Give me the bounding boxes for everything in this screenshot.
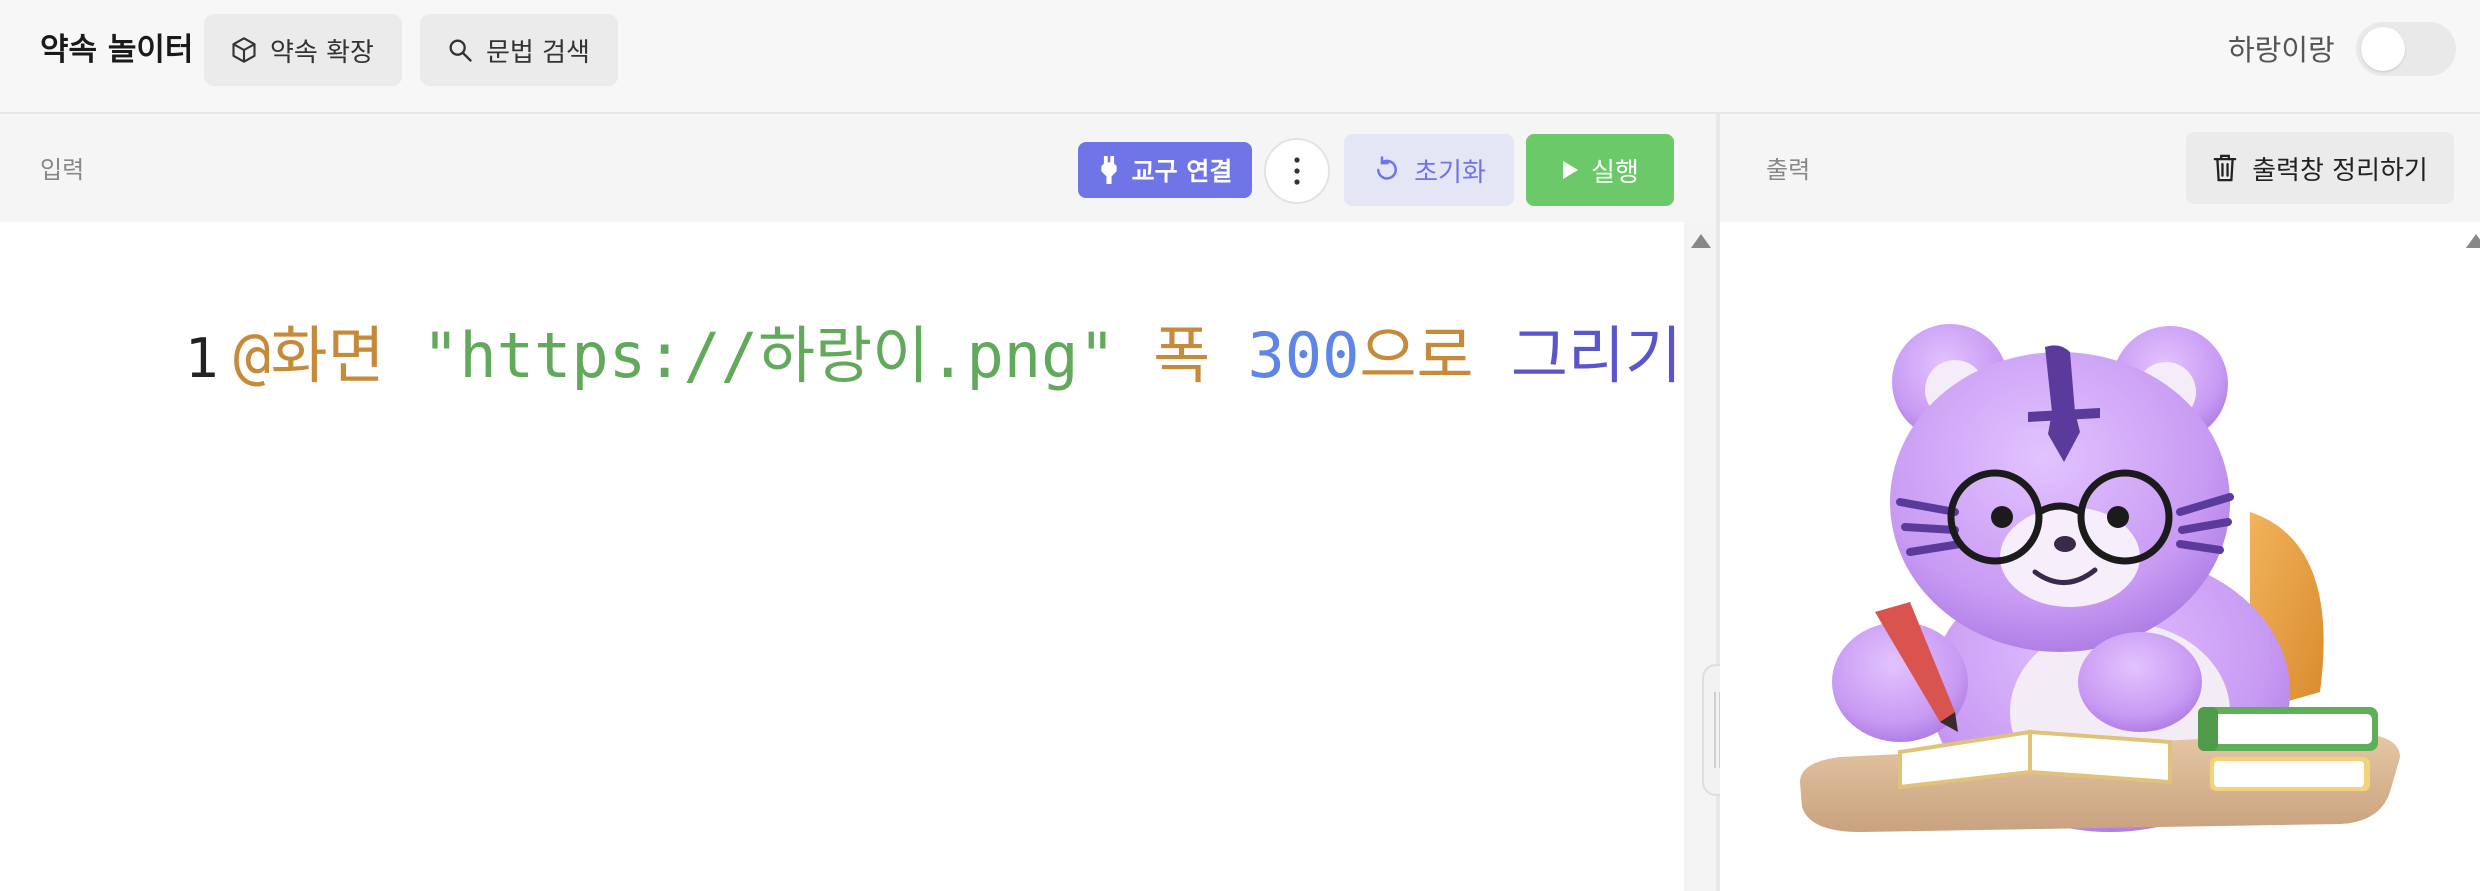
input-panel-header: 입력 교구 연결 초기화 실행 <box>0 116 1716 222</box>
reset-button[interactable]: 초기화 <box>1344 134 1514 206</box>
connect-device-button[interactable]: 교구 연결 <box>1078 142 1252 198</box>
code-token: @화면 <box>233 319 385 392</box>
run-button[interactable]: 실행 <box>1526 134 1674 206</box>
extend-label: 약속 확장 <box>270 37 374 68</box>
top-bar: 약속 놀이터 약속 확장 문법 검색 하랑이랑 <box>0 0 2480 114</box>
scroll-up-arrow-icon[interactable] <box>1691 234 1711 248</box>
clear-output-label: 출력창 정리하기 <box>2252 155 2428 186</box>
output-label: 출력 <box>1766 156 1811 184</box>
search-icon <box>449 39 472 62</box>
cube-icon <box>232 37 256 63</box>
output-panel-header: 출력 출력창 정리하기 <box>1720 116 2480 222</box>
output-canvas <box>1720 222 2480 891</box>
code-tokens: @화면 "https://하랑이.png" 폭 300으로 그리기 <box>233 319 1682 392</box>
plug-icon <box>1101 156 1117 184</box>
reset-icon <box>1377 156 1398 180</box>
app-title: 약속 놀이터 <box>40 32 194 68</box>
theme-label: 하랑이랑 <box>2228 33 2335 67</box>
grammar-search-button[interactable]: 문법 검색 <box>420 14 618 86</box>
code-line[interactable]: 1 @화면 "https://하랑이.png" 폭 300으로 그리기 <box>0 236 1682 392</box>
tiger-character-image <box>1800 324 2400 832</box>
more-options-button[interactable] <box>1264 138 1330 204</box>
code-token: 300 <box>1247 319 1360 392</box>
code-token: 폭 <box>1153 319 1211 392</box>
extend-button[interactable]: 약속 확장 <box>204 14 402 86</box>
output-scroll-up-arrow-icon[interactable] <box>2466 234 2480 248</box>
run-label: 실행 <box>1591 157 1639 188</box>
input-label: 입력 <box>40 156 85 184</box>
code-token: "https://하랑이.png" <box>422 319 1116 392</box>
code-editor[interactable]: 1 @화면 "https://하랑이.png" 폭 300으로 그리기 <box>0 222 1684 891</box>
reset-label: 초기화 <box>1414 157 1486 188</box>
search-label: 문법 검색 <box>486 37 590 68</box>
line-number: 1 <box>185 327 220 390</box>
connect-label: 교구 연결 <box>1131 157 1233 186</box>
code-token: 그리기 <box>1510 319 1682 392</box>
theme-toggle[interactable] <box>2356 22 2456 76</box>
toggle-knob <box>2361 27 2405 71</box>
more-vertical-icon <box>1294 157 1300 185</box>
trash-icon <box>2213 154 2237 182</box>
play-icon <box>1563 161 1579 179</box>
clear-output-button[interactable]: 출력창 정리하기 <box>2186 132 2454 204</box>
code-token: 으로 <box>1359 319 1474 392</box>
